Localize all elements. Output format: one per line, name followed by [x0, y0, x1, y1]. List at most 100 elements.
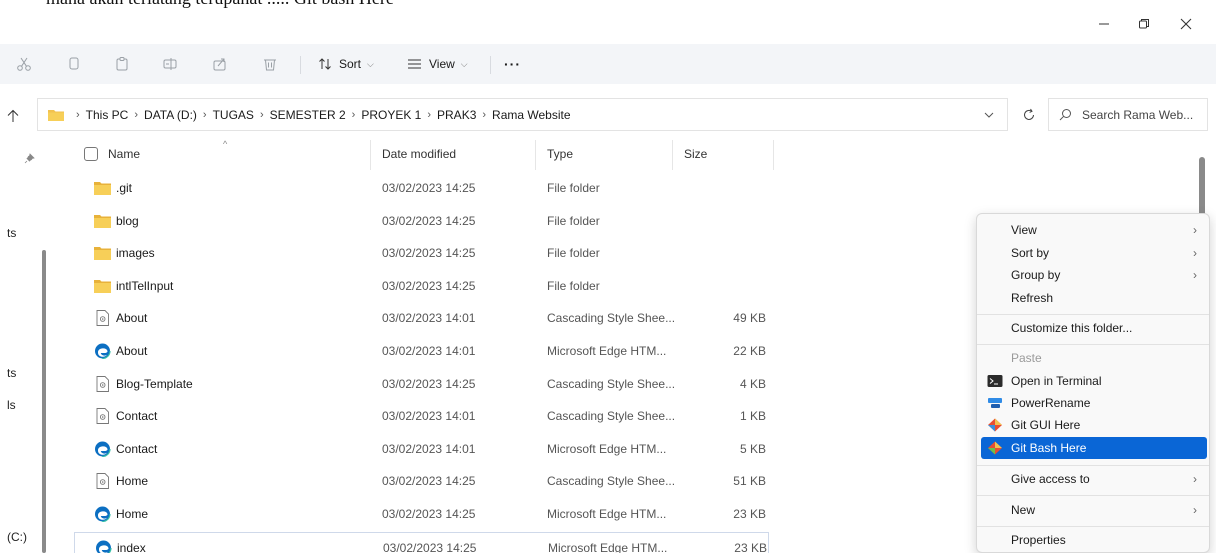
- file-type: Cascading Style Shee...: [547, 474, 676, 489]
- folder-icon: [94, 214, 111, 228]
- edge-icon: [94, 506, 111, 522]
- nav-item-label[interactable]: (C:): [7, 530, 27, 544]
- file-type: Microsoft Edge HTM...: [548, 540, 668, 553]
- clipboard-icon: [116, 57, 128, 71]
- view-button[interactable]: View ⌵: [407, 52, 468, 76]
- column-header-name[interactable]: Name: [108, 147, 140, 161]
- ctx-customize-folder[interactable]: Customize this folder...: [981, 317, 1207, 339]
- terminal-icon: [987, 375, 1003, 387]
- ctx-view[interactable]: View ›: [981, 219, 1207, 241]
- file-row[interactable]: Blog-Template 03/02/2023 14:25 Cascading S…: [74, 369, 769, 399]
- column-divider[interactable]: [535, 140, 536, 170]
- nav-pane-scrollbar[interactable]: [42, 250, 46, 553]
- file-type: File folder: [547, 213, 600, 228]
- git-gui-icon: [988, 418, 1002, 432]
- ctx-customize-label: Customize this folder...: [1011, 321, 1133, 335]
- column-header-date[interactable]: Date modified: [382, 147, 456, 161]
- git-bash-icon: [988, 441, 1002, 455]
- minimize-button[interactable]: [1084, 10, 1124, 38]
- breadcrumb-tugas[interactable]: TUGAS: [213, 108, 254, 122]
- restore-icon: [1139, 19, 1149, 29]
- file-row[interactable]: images 03/02/2023 14:25 File folder: [74, 238, 769, 268]
- breadcrumb-separator: ›: [482, 108, 487, 121]
- breadcrumb-rama-website[interactable]: Rama Website: [492, 108, 570, 122]
- restore-button[interactable]: [1124, 10, 1164, 38]
- ctx-properties[interactable]: Properties: [981, 529, 1207, 551]
- file-row[interactable]: Home 03/02/2023 14:25 Cascading Style Shee…: [74, 466, 769, 496]
- ctx-group-by[interactable]: Group by ›: [981, 264, 1207, 286]
- breadcrumb-this-pc[interactable]: This PC: [86, 108, 129, 122]
- paste-button[interactable]: [112, 54, 132, 74]
- view-lines-icon: [408, 59, 421, 69]
- file-row[interactable]: .git 03/02/2023 14:25 File folder: [74, 173, 769, 203]
- column-divider[interactable]: [773, 140, 774, 170]
- copy-button[interactable]: [64, 54, 84, 74]
- file-row[interactable]: intlTelInput 03/02/2023 14:25 File folder: [74, 271, 769, 301]
- file-row[interactable]: index 03/02/2023 14:25 Microsoft Edge HTM.…: [74, 531, 769, 553]
- ctx-new[interactable]: New ›: [981, 499, 1207, 521]
- breadcrumb-data-drive[interactable]: DATA (D:): [144, 108, 197, 122]
- delete-button[interactable]: [260, 54, 280, 74]
- power-rename-icon: [988, 398, 1002, 408]
- column-divider[interactable]: [672, 140, 673, 170]
- nav-item-label[interactable]: ts: [7, 366, 16, 380]
- file-row[interactable]: blog 03/02/2023 14:25 File folder: [74, 206, 769, 236]
- breadcrumb-prak3[interactable]: PRAK3: [437, 108, 476, 122]
- ctx-git-gui[interactable]: Git GUI Here: [981, 414, 1207, 436]
- nav-item-label[interactable]: ts: [7, 226, 16, 240]
- ctx-git-bash[interactable]: Git Bash Here: [981, 437, 1207, 459]
- ctx-open-terminal-label: Open in Terminal: [1011, 374, 1102, 388]
- css-file-icon: [96, 408, 109, 425]
- file-name: Home: [116, 474, 149, 489]
- breadcrumb-semester-2[interactable]: SEMESTER 2: [270, 108, 346, 122]
- file-name: About: [116, 311, 148, 326]
- file-type: File folder: [547, 246, 600, 261]
- file-row[interactable]: Contact 03/02/2023 14:01 Cascading Style S…: [74, 401, 769, 431]
- trash-icon: [264, 59, 276, 71]
- column-header-type[interactable]: Type: [547, 147, 573, 161]
- ctx-give-access[interactable]: Give access to ›: [981, 468, 1207, 490]
- edge-icon: [95, 539, 112, 553]
- search-box[interactable]: [1048, 98, 1208, 131]
- column-divider[interactable]: [370, 140, 371, 170]
- cut-button[interactable]: [14, 54, 34, 74]
- ctx-sort-by[interactable]: Sort by ›: [981, 242, 1207, 264]
- share-button[interactable]: [210, 54, 230, 74]
- menu-divider: [977, 344, 1209, 345]
- sort-button[interactable]: Sort ⌵: [318, 52, 374, 76]
- refresh-button[interactable]: [1016, 102, 1042, 128]
- ctx-give-access-label: Give access to: [1011, 472, 1090, 486]
- file-row[interactable]: About 03/02/2023 14:01 Microsoft Edge HTM.…: [74, 336, 769, 366]
- file-row[interactable]: Contact 03/02/2023 14:01 Microsoft Edge HT…: [74, 434, 769, 464]
- address-bar[interactable]: › This PC › DATA (D:) › TUGAS › SEMESTER…: [37, 98, 1008, 131]
- search-icon: [1059, 109, 1071, 121]
- search-input[interactable]: [1082, 107, 1202, 122]
- file-row[interactable]: About 03/02/2023 14:01 Cascading Style She…: [74, 303, 769, 333]
- nav-item-label[interactable]: ls: [7, 398, 16, 412]
- up-arrow-icon[interactable]: [6, 109, 20, 123]
- chevron-down-icon: ⌵: [460, 58, 468, 69]
- menu-divider: [977, 495, 1209, 496]
- folder-icon: [94, 247, 111, 261]
- breadcrumb-proyek-1[interactable]: PROYEK 1: [361, 108, 421, 122]
- edge-icon: [94, 343, 111, 359]
- ctx-power-rename-label: PowerRename: [1011, 396, 1091, 410]
- ctx-git-bash-label: Git Bash Here: [1011, 441, 1087, 455]
- rename-button[interactable]: [160, 54, 180, 74]
- css-file-icon: [96, 310, 109, 327]
- copy-icon: [69, 57, 79, 70]
- folder-icon: [48, 109, 64, 121]
- ctx-paste-label: Paste: [1011, 351, 1042, 365]
- ctx-power-rename[interactable]: PowerRename: [981, 392, 1207, 414]
- file-row[interactable]: Home 03/02/2023 14:25 Microsoft Edge HTM..…: [74, 499, 769, 529]
- pin-icon[interactable]: [24, 152, 36, 164]
- file-size: 51 KB: [733, 474, 766, 489]
- more-options-button[interactable]: ···: [504, 52, 521, 76]
- close-button[interactable]: [1166, 10, 1206, 38]
- ctx-refresh[interactable]: Refresh: [981, 287, 1207, 309]
- column-header-size[interactable]: Size: [684, 147, 707, 161]
- select-all-checkbox[interactable]: [84, 147, 98, 161]
- file-list-scrollbar[interactable]: [1199, 157, 1205, 219]
- chevron-down-icon[interactable]: [981, 107, 997, 123]
- ctx-open-terminal[interactable]: Open in Terminal: [981, 370, 1207, 392]
